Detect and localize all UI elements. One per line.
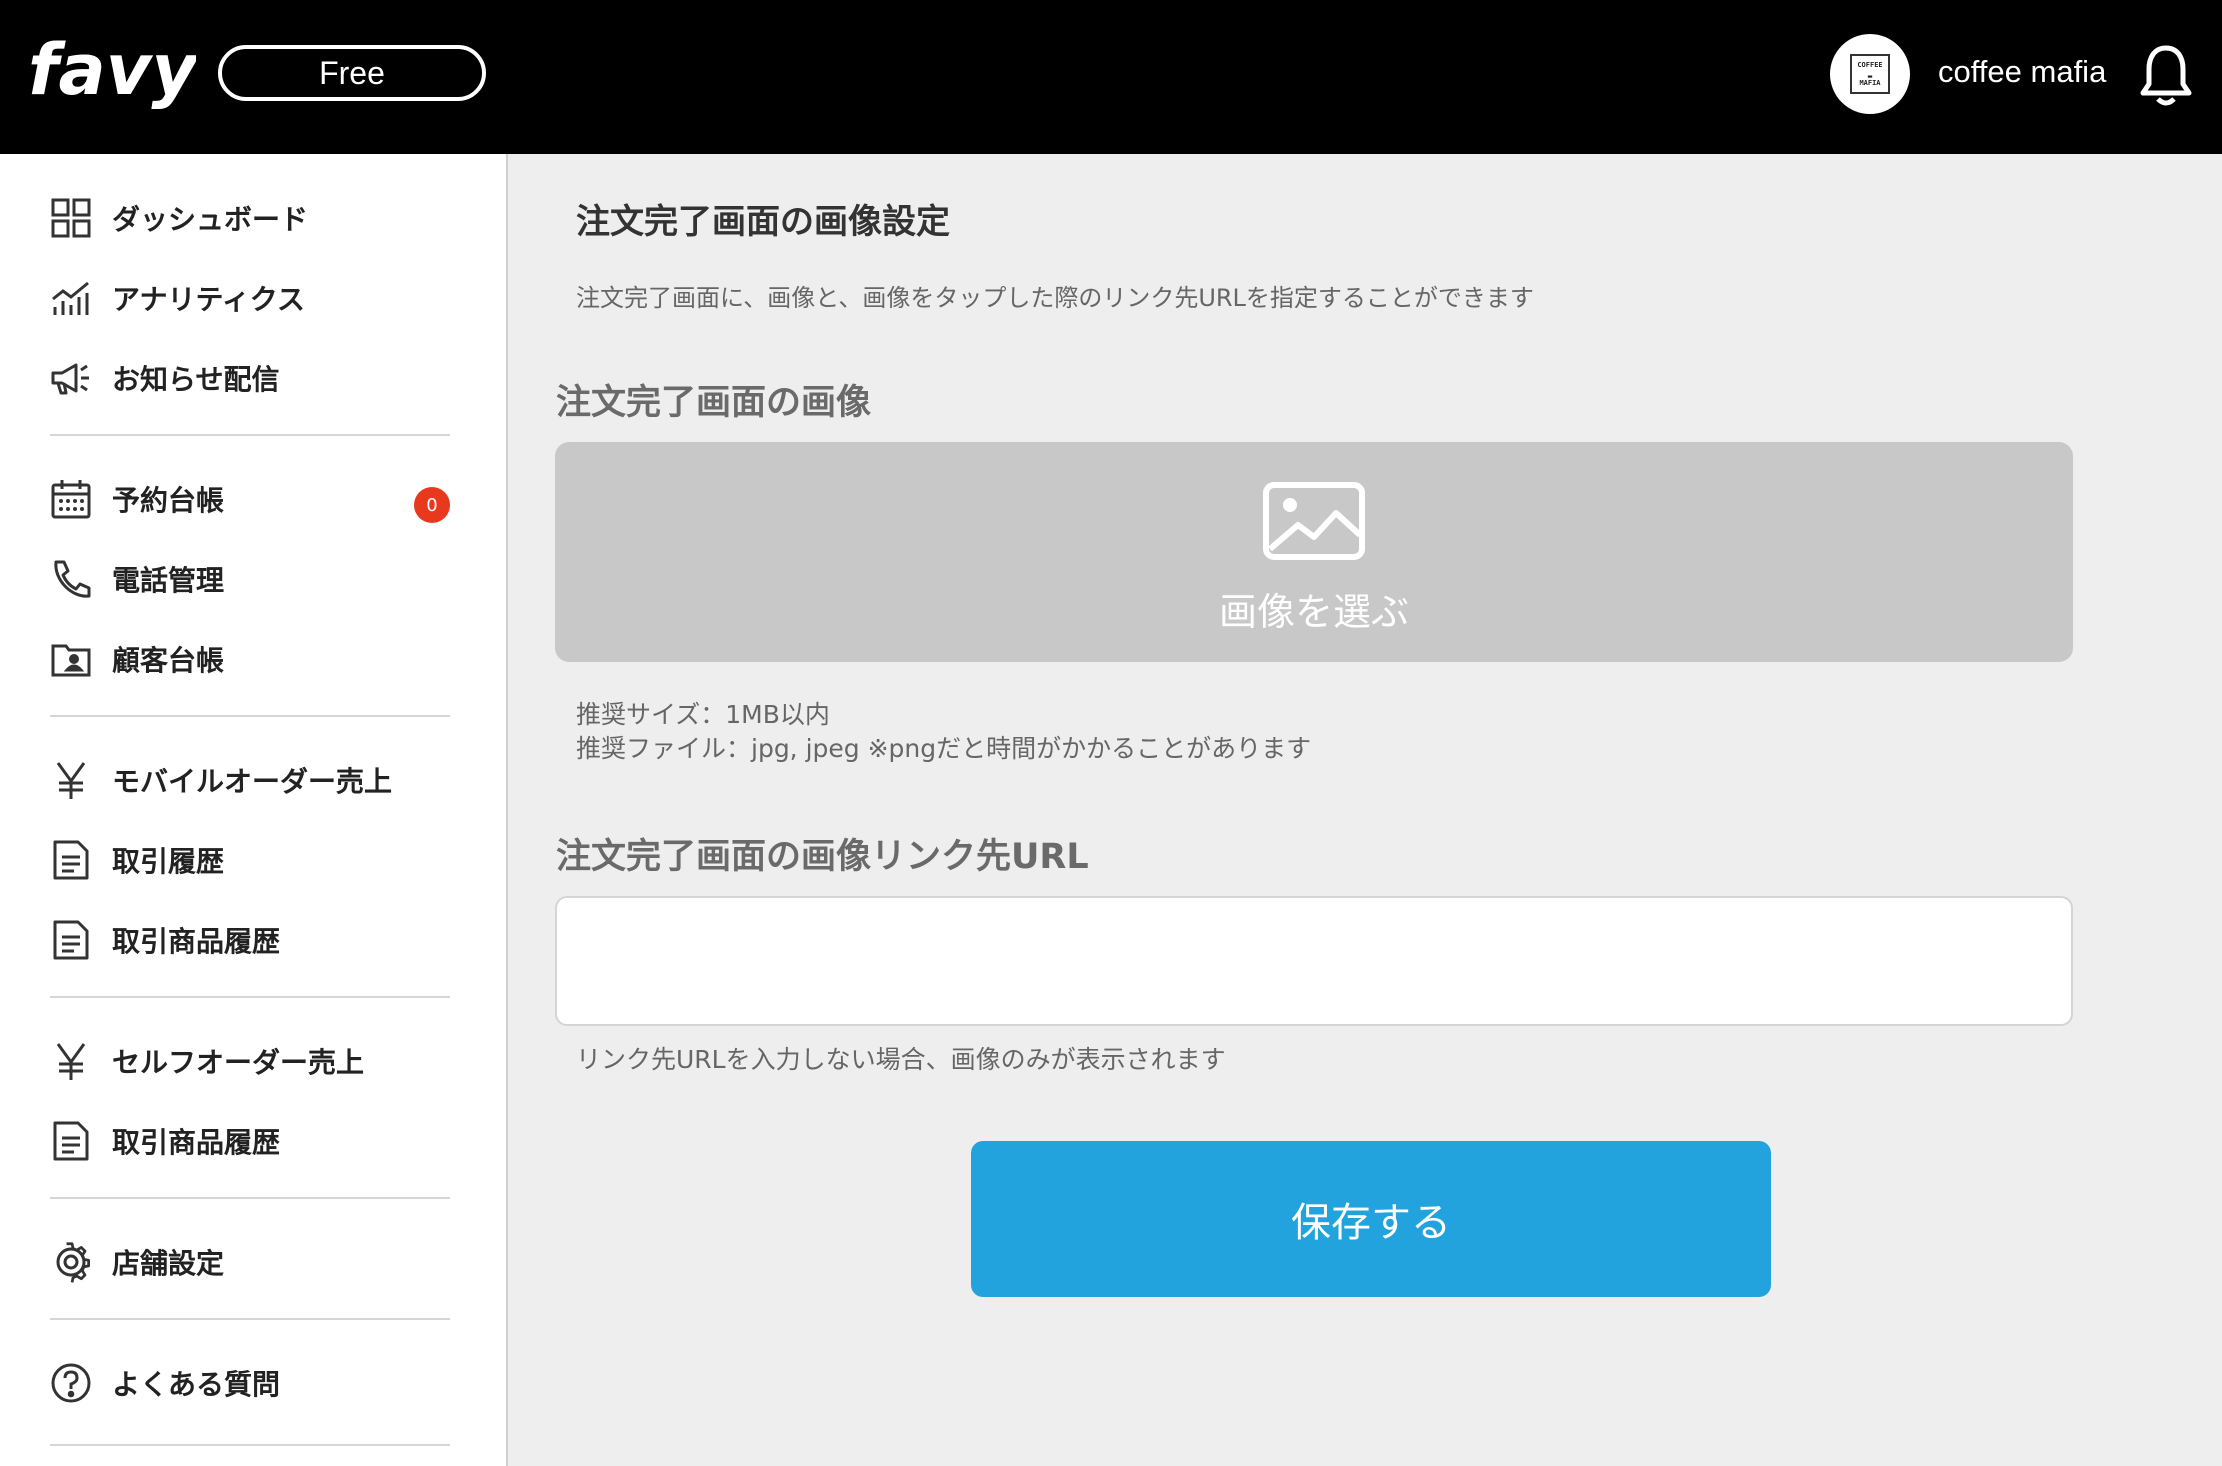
image-picker-button[interactable]: 画像を選ぶ xyxy=(555,442,2073,662)
sidebar-divider xyxy=(50,1318,450,1320)
link-url-input[interactable] xyxy=(555,896,2073,1026)
calendar-icon xyxy=(51,480,91,519)
image-icon xyxy=(1263,481,1365,560)
url-note: リンク先URLを入力しない場合、画像のみが表示されます xyxy=(576,1045,1226,1074)
plan-badge[interactable]: Free xyxy=(218,45,486,101)
sidebar-item-label: 取引商品履歴 xyxy=(112,925,281,958)
sidebar-item-label: アナリティクス xyxy=(112,283,305,316)
image-section-title: 注文完了画面の画像 xyxy=(556,383,872,423)
document-icon xyxy=(53,1121,89,1161)
sidebar-item-mobile-order-sales[interactable]: モバイルオーダー売上 xyxy=(50,755,450,805)
yen-icon xyxy=(56,762,86,799)
megaphone-icon xyxy=(51,363,89,395)
recommended-file-note: 推奨ファイル：jpg, jpeg ※pngだと時間がかかることがあります xyxy=(576,734,1312,763)
shop-avatar[interactable]: COFFEE ▂ MAFIA xyxy=(1830,34,1910,114)
reservation-count-badge: 0 xyxy=(414,487,450,523)
document-icon xyxy=(53,920,89,960)
sidebar-item-dashboard[interactable]: ダッシュボード xyxy=(50,193,450,243)
favy-logo[interactable]: favy xyxy=(28,28,196,120)
sidebar-item-self-order-products[interactable]: 取引商品履歴 xyxy=(50,1116,450,1166)
image-picker-label: 画像を選ぶ xyxy=(1218,589,1409,634)
sidebar-divider xyxy=(50,715,450,717)
help-icon xyxy=(51,1363,91,1403)
sidebar-item-store-settings[interactable]: 店舗設定 xyxy=(50,1237,450,1287)
phone-icon xyxy=(54,560,91,598)
sidebar-item-label: モバイルオーダー売上 xyxy=(112,765,393,798)
page-description: 注文完了画面に、画像と、画像をタップした際のリンク先URLを指定することができま… xyxy=(576,284,1534,312)
sidebar: ダッシュボード アナリティクス お知らせ配信 予約台帳 0 電話管理 顧客台帳 … xyxy=(0,154,508,1466)
svg-text:favy: favy xyxy=(28,29,196,111)
sidebar-item-self-order-sales[interactable]: セルフオーダー売上 xyxy=(50,1036,450,1086)
bell-icon[interactable] xyxy=(2138,42,2194,108)
sidebar-item-reservations[interactable]: 予約台帳 xyxy=(50,474,450,524)
recommended-size-note: 推奨サイズ：1MB以内 xyxy=(576,700,830,729)
sidebar-item-analytics[interactable]: アナリティクス xyxy=(50,273,450,323)
sidebar-item-label: 顧客台帳 xyxy=(112,644,225,677)
sidebar-item-label: セルフオーダー売上 xyxy=(112,1046,365,1079)
customer-folder-icon xyxy=(51,644,91,677)
page-title: 注文完了画面の画像設定 xyxy=(576,202,950,242)
sidebar-item-label: 取引商品履歴 xyxy=(112,1126,281,1159)
sidebar-item-phone[interactable]: 電話管理 xyxy=(50,554,450,604)
sidebar-item-label: ダッシュボード xyxy=(112,203,309,236)
sidebar-item-faq[interactable]: よくある質問 xyxy=(50,1358,450,1408)
sidebar-item-label: 電話管理 xyxy=(112,564,225,597)
sidebar-item-label: 予約台帳 xyxy=(112,484,225,517)
sidebar-item-transaction-history[interactable]: 取引履歴 xyxy=(50,835,450,885)
sidebar-item-label: 取引履歴 xyxy=(112,845,225,878)
yen-icon xyxy=(56,1043,86,1080)
sidebar-item-transaction-products[interactable]: 取引商品履歴 xyxy=(50,915,450,965)
sidebar-divider xyxy=(50,1197,450,1199)
sidebar-divider xyxy=(50,1444,450,1446)
shop-name[interactable]: coffee mafia xyxy=(1938,52,2106,92)
sidebar-item-announcements[interactable]: お知らせ配信 xyxy=(50,353,450,403)
document-icon xyxy=(53,840,89,880)
sidebar-item-label: よくある質問 xyxy=(112,1368,281,1401)
gear-icon xyxy=(56,1242,91,1283)
sidebar-divider xyxy=(50,996,450,998)
sidebar-divider xyxy=(50,434,450,436)
save-button[interactable]: 保存する xyxy=(971,1141,1771,1297)
analytics-chart-icon xyxy=(52,281,89,315)
sidebar-item-customers[interactable]: 顧客台帳 xyxy=(50,634,450,684)
sidebar-item-label: お知らせ配信 xyxy=(112,363,280,396)
top-header: favy Free COFFEE ▂ MAFIA coffee mafia xyxy=(0,0,2222,154)
dashboard-grid-icon xyxy=(51,198,91,238)
url-section-title: 注文完了画面の画像リンク先URL xyxy=(556,837,1089,877)
shop-logo-icon: COFFEE ▂ MAFIA xyxy=(1850,54,1890,94)
sidebar-item-label: 店舗設定 xyxy=(112,1247,225,1280)
